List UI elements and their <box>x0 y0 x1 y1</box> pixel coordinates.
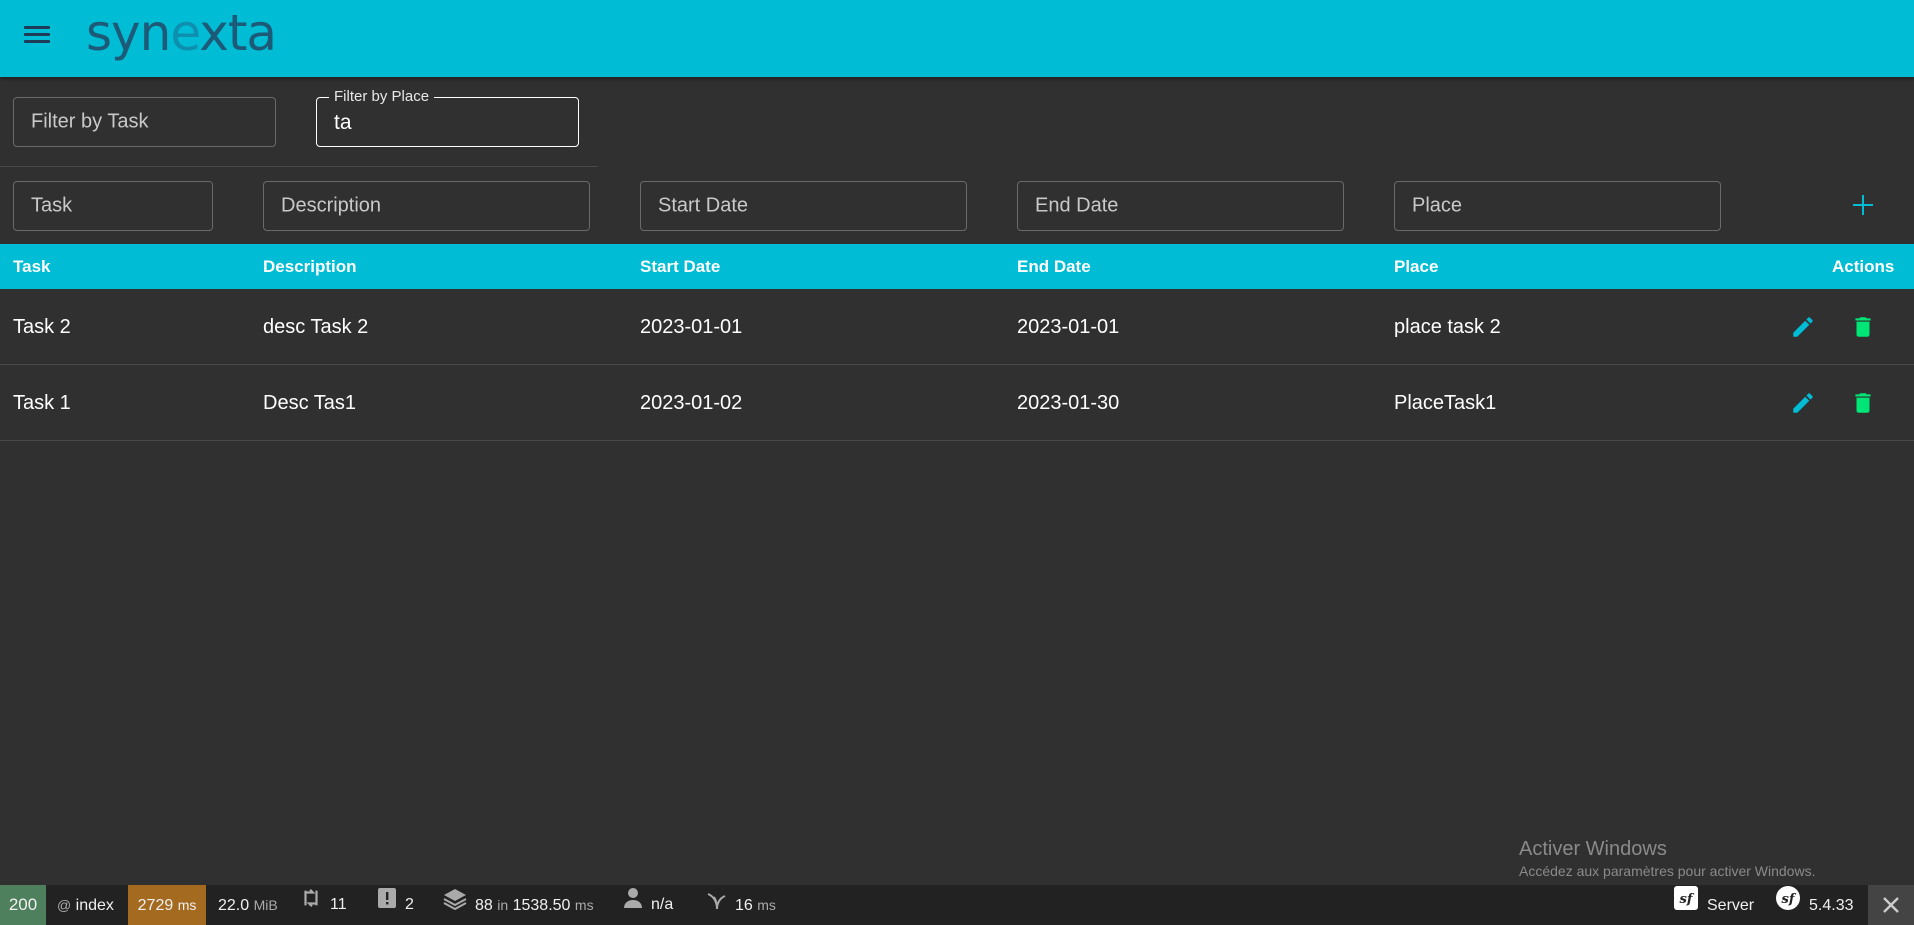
memory-item[interactable]: 22.0 MiB <box>218 885 278 925</box>
new-task-placeholder: Task <box>31 194 73 217</box>
twig-unit: ms <box>757 897 776 913</box>
requests-count: 11 <box>330 896 347 914</box>
logs-count: 2 <box>405 896 414 914</box>
logs-item[interactable]: 2 <box>377 885 414 925</box>
debug-toolbar: 200 @ index 2729 ms 22.0 MiB 11 2 88 in … <box>0 885 1914 925</box>
symfony-version-item[interactable]: sf 5.4.33 <box>1775 885 1853 925</box>
database-layers-icon <box>443 886 467 925</box>
time-value: 2729 <box>137 897 174 914</box>
close-toolbar-button[interactable] <box>1868 885 1914 925</box>
status-code-badge[interactable]: 200 <box>0 885 46 925</box>
cell-description: Desc Tas1 <box>263 392 357 414</box>
table-header: Task Description Start Date End Date Pla… <box>0 244 1914 289</box>
cell-place: place task 2 <box>1394 316 1501 338</box>
close-icon <box>1882 896 1900 913</box>
new-start-date-placeholder: Start Date <box>658 194 749 217</box>
filter-task-placeholder: Filter by Task <box>31 110 149 133</box>
symfony-version: 5.4.33 <box>1809 897 1854 915</box>
new-end-date-input[interactable]: End Date <box>1017 181 1344 231</box>
twig-time: 16 <box>735 897 753 914</box>
queries-time: 1538.50 <box>512 897 571 914</box>
user-icon <box>623 885 643 925</box>
log-icon <box>377 885 397 925</box>
header-description[interactable]: Description <box>263 257 357 277</box>
route-name: index <box>75 897 114 914</box>
delete-icon[interactable] <box>1850 390 1876 416</box>
windows-activation-watermark: Activer Windows Accédez aux paramètres p… <box>1519 838 1815 879</box>
security-item[interactable]: n/a <box>623 885 673 925</box>
watermark-title: Activer Windows <box>1519 838 1667 860</box>
memory-unit: MiB <box>253 897 278 913</box>
header-task[interactable]: Task <box>13 257 51 277</box>
cell-task: Task 2 <box>13 316 71 338</box>
ajax-icon <box>300 885 322 925</box>
cell-end-date: 2023-01-01 <box>1017 316 1120 338</box>
new-place-input[interactable]: Place <box>1394 181 1721 231</box>
database-item[interactable]: 88 in 1538.50 ms <box>443 885 594 925</box>
filter-divider <box>0 166 598 167</box>
server-item[interactable]: sf Server <box>1673 885 1754 925</box>
status-code: 200 <box>8 895 38 914</box>
header-place[interactable]: Place <box>1394 257 1438 277</box>
cell-start-date: 2023-01-02 <box>640 392 743 414</box>
app-toolbar: synexta <box>0 0 1914 77</box>
at-sign: @ <box>57 897 72 913</box>
cell-place: PlaceTask1 <box>1394 392 1497 414</box>
symfony-icon: sf <box>1775 885 1801 925</box>
filter-place-label: Filter by Place <box>329 88 435 105</box>
new-description-input[interactable]: Description <box>263 181 590 231</box>
delete-icon[interactable] <box>1850 314 1876 340</box>
filter-task-input[interactable]: Filter by Task <box>13 97 276 147</box>
server-label: Server <box>1707 897 1755 915</box>
filter-place-input[interactable]: Filter by Place ta <box>316 88 579 147</box>
symfony-logo-icon: sf <box>1673 885 1699 925</box>
queries-count: 88 <box>475 897 493 914</box>
header-end-date[interactable]: End Date <box>1017 257 1091 277</box>
new-end-date-placeholder: End Date <box>1035 194 1119 217</box>
new-place-placeholder: Place <box>1412 194 1463 217</box>
header-actions: Actions <box>1832 257 1895 276</box>
route-item[interactable]: @ index <box>57 885 114 925</box>
add-icon[interactable] <box>1850 192 1876 218</box>
queries-time-unit: ms <box>574 897 594 913</box>
cell-task: Task 1 <box>13 392 71 414</box>
menu-icon[interactable] <box>24 26 50 48</box>
edit-icon[interactable] <box>1790 390 1816 416</box>
cell-description: desc Task 2 <box>263 316 369 338</box>
twig-item[interactable]: 16 ms <box>707 885 776 925</box>
table-row: Task 2 desc Task 2 2023-01-01 2023-01-01… <box>0 289 1914 365</box>
edit-icon[interactable] <box>1790 314 1816 340</box>
twig-icon <box>707 886 727 925</box>
cell-end-date: 2023-01-30 <box>1017 392 1120 414</box>
watermark-subtitle: Accédez aux paramètres pour activer Wind… <box>1519 863 1816 879</box>
header-start-date[interactable]: Start Date <box>640 257 720 277</box>
time-item[interactable]: 2729 ms <box>128 885 206 925</box>
filter-place-value: ta <box>334 111 352 135</box>
app-logo: synexta <box>86 4 277 62</box>
new-start-date-input[interactable]: Start Date <box>640 181 967 231</box>
memory-value: 22.0 <box>218 897 250 914</box>
table-row: Task 1 Desc Tas1 2023-01-02 2023-01-30 P… <box>0 365 1914 441</box>
new-task-input[interactable]: Task <box>13 181 213 231</box>
requests-item[interactable]: 11 <box>300 885 347 925</box>
new-description-placeholder: Description <box>281 194 382 217</box>
queries-in: in <box>497 897 509 913</box>
cell-start-date: 2023-01-01 <box>640 316 743 338</box>
time-unit: ms <box>177 897 197 913</box>
user-value: n/a <box>651 896 674 914</box>
